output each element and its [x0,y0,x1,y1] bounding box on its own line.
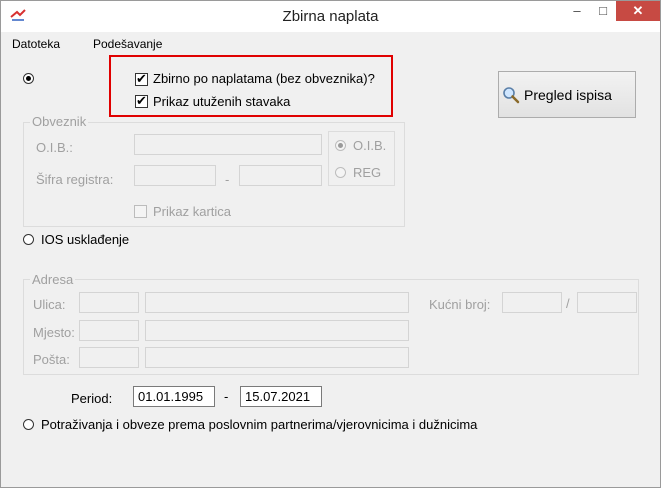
potrazivanja-radio[interactable] [23,419,34,430]
main-window: Zbirna naplata – □ ✕ Datoteka Podešavanj… [0,0,661,488]
ulica-label: Ulica: [33,297,66,312]
mjesto-code-input[interactable] [79,320,139,341]
kucni-broj-label: Kućni broj: [429,297,491,312]
period-dash: - [224,389,229,404]
posta-input[interactable] [145,347,409,368]
prikaz-kartica-label: Prikaz kartica [153,204,232,219]
pregled-ispisa-label: Pregled ispisa [524,86,612,103]
kucni-broj-input[interactable] [502,292,562,313]
period-label: Period: [71,391,113,406]
utuzeni-checkbox[interactable] [135,93,148,109]
oib-label: O.I.B.: [36,140,73,155]
sifra-registra-input-2[interactable] [239,165,322,186]
maximize-button[interactable]: □ [590,1,616,21]
posta-code-input[interactable] [79,347,139,368]
sifra-registra-input[interactable] [134,165,216,186]
adresa-legend: Adresa [30,272,76,287]
menu-podesavanje[interactable]: Podešavanje [93,37,162,51]
period-from-input[interactable]: 01.01.1995 [133,386,215,407]
zbirno-checkbox[interactable] [135,71,148,87]
reg-radio-label: REG [353,165,382,180]
magnifier-icon [503,86,520,103]
utuzeni-label: Prikaz utuženih stavaka [153,94,291,109]
minimize-button[interactable]: – [564,1,590,21]
menu-bar: Datoteka Podešavanje [1,32,660,54]
potrazivanja-label: Potraživanja i obveze prema poslovnim pa… [41,417,478,432]
posta-label: Pošta: [33,352,70,367]
kucni-broj-slash: / [566,296,570,311]
prikaz-kartica-checkbox[interactable] [134,205,147,218]
obveznik-legend: Obveznik [30,114,89,129]
title-bar: Zbirna naplata – □ ✕ [1,1,660,32]
zbirno-label: Zbirno po naplatama (bez obveznika)? [153,71,375,86]
oib-input[interactable] [134,134,322,155]
minimize-icon: – [573,3,581,18]
close-button[interactable]: ✕ [616,1,660,21]
maximize-icon: □ [599,3,607,18]
zbirno-mode-radio[interactable] [23,73,34,84]
oib-radio-label: O.I.B. [353,138,387,153]
form-area: Zbirno po naplatama (bez obveznika)? Pri… [1,54,660,487]
ios-radio[interactable] [23,234,34,245]
oib-radio[interactable] [335,140,346,151]
sifra-dash: - [225,172,230,187]
close-icon: ✕ [632,3,644,18]
pregled-ispisa-button[interactable]: Pregled ispisa [498,71,636,118]
menu-datoteka[interactable]: Datoteka [12,37,60,51]
sifra-registra-label: Šifra registra: [36,172,114,187]
kucni-broj-input-2[interactable] [577,292,637,313]
ulica-input[interactable] [145,292,409,313]
reg-radio[interactable] [335,167,346,178]
mjesto-label: Mjesto: [33,325,75,340]
ulica-code-input[interactable] [79,292,139,313]
mjesto-input[interactable] [145,320,409,341]
ios-label: IOS usklađenje [41,232,130,247]
period-to-input[interactable]: 15.07.2021 [240,386,322,407]
window-title: Zbirna naplata [282,8,379,25]
